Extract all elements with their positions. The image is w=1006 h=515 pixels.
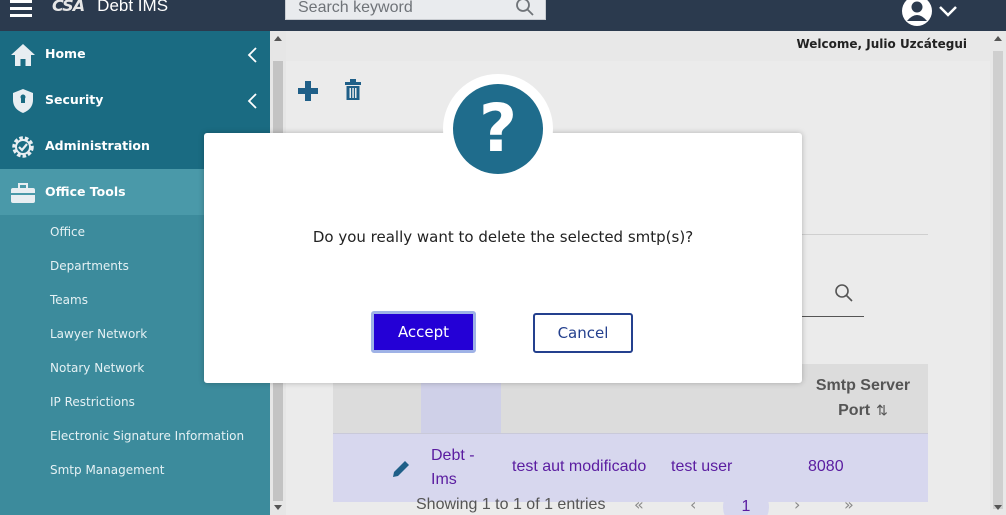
cancel-button[interactable]: Cancel	[533, 313, 633, 353]
question-icon: ?	[443, 74, 553, 184]
question-mark-glyph: ?	[478, 90, 518, 167]
accept-button[interactable]: Accept	[371, 311, 476, 353]
dialog-message: Do you really want to delete the selecte…	[312, 228, 694, 246]
question-icon-circle: ?	[453, 84, 543, 174]
